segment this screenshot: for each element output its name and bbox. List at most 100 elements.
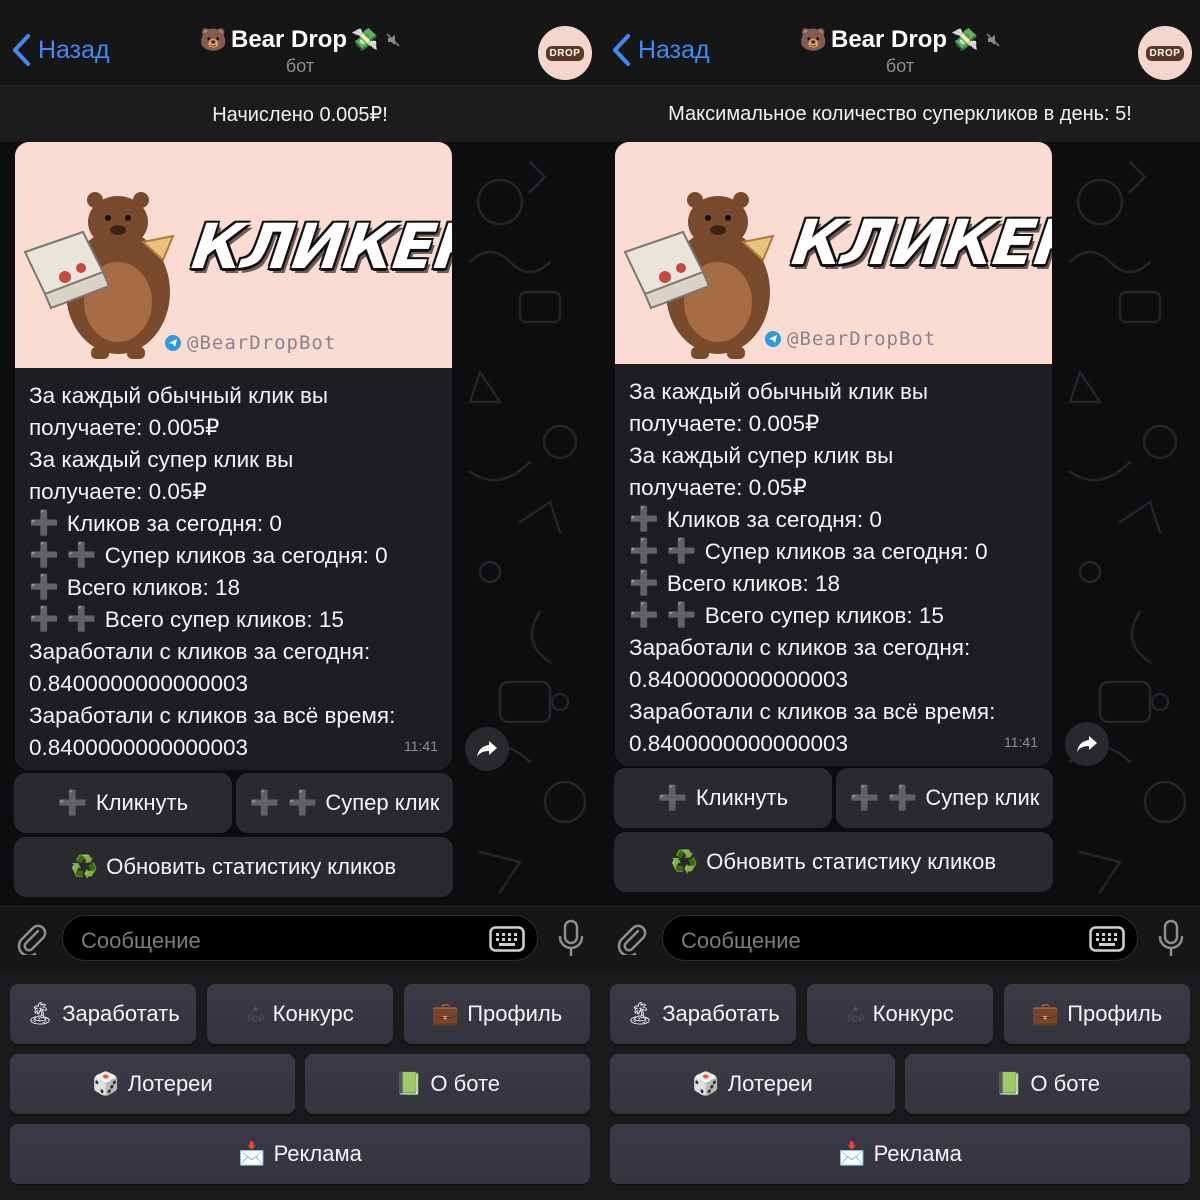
top-icon: ★ TOP [846, 1004, 865, 1024]
top-icon: ★ TOP [246, 1004, 265, 1024]
notification-bar: Максимальное количество суперкликов в де… [600, 86, 1200, 142]
muted-icon [986, 33, 1000, 47]
money-wings-emoji-icon: 💸 [351, 27, 379, 52]
refresh-stats-label: Обновить статистику кликов [706, 849, 997, 874]
earn-button[interactable]: 🏝 Заработать [10, 984, 196, 1044]
earn-label: Заработать [62, 1001, 180, 1026]
lottery-button[interactable]: 🎲 Лотереи [10, 1054, 295, 1114]
message-input-bar: Сообщение [0, 906, 600, 970]
plus-icon: ➕ [657, 784, 688, 812]
chat-title-area[interactable]: 🐻 Bear Drop 💸 бот [150, 26, 450, 77]
click-button[interactable]: ➕ Кликнуть [14, 773, 232, 833]
about-button[interactable]: 📗 О боте [905, 1054, 1190, 1114]
refresh-stats-button[interactable]: ♻️ Обновить статистику кликов [14, 837, 453, 897]
message-line: Заработали с кликов за сегодня: [629, 635, 971, 660]
message-input[interactable]: Сообщение [62, 915, 538, 961]
plus-icon: ➕ [629, 602, 659, 629]
message-line: получаете: 0.05₽ [629, 475, 807, 500]
banner-title: КЛИКЕР [187, 210, 452, 283]
contest-label: Конкурс [272, 1001, 354, 1026]
contest-label: Конкурс [872, 1001, 954, 1026]
message-line: Заработали с кликов за всё время: [29, 703, 396, 728]
about-button[interactable]: 📗 О боте [305, 1054, 590, 1114]
ads-button[interactable]: 📩 Реклама [610, 1124, 1190, 1184]
message-line: Заработали с кликов за всё время: [629, 699, 996, 724]
microphone-icon[interactable] [558, 919, 584, 957]
plus-icon: ➕ [29, 510, 59, 537]
message-time: 11:41 [404, 738, 438, 754]
bot-keyboard-icon[interactable] [1089, 926, 1125, 952]
back-button[interactable]: Назад [10, 30, 110, 70]
recycle-icon: ♻️ [70, 854, 99, 879]
forward-button[interactable] [1065, 722, 1109, 766]
plus-icon: ➕ [29, 606, 59, 633]
attach-icon[interactable] [614, 921, 648, 955]
forward-button[interactable] [465, 727, 509, 771]
microphone-icon[interactable] [1158, 919, 1184, 957]
message-line: Заработали с кликов за сегодня: [29, 639, 371, 664]
profile-button[interactable]: 💼 Профиль [404, 984, 590, 1044]
attach-icon[interactable] [14, 921, 48, 955]
message-input-bar: Сообщение [600, 906, 1200, 970]
message-line: 0.8400000000000003 [29, 671, 248, 696]
ads-button[interactable]: 📩 Реклама [10, 1124, 590, 1184]
earn-button[interactable]: 🏝 Заработать [610, 984, 796, 1044]
message-input[interactable]: Сообщение [662, 915, 1138, 961]
profile-button[interactable]: 💼 Профиль [1004, 984, 1190, 1044]
click-button[interactable]: ➕ Кликнуть [614, 768, 832, 828]
contest-button[interactable]: ★ TOP Конкурс [807, 984, 993, 1044]
contest-button[interactable]: ★ TOP Конкурс [207, 984, 393, 1044]
chat-screen-right: Назад 🐻 Bear Drop 💸 бот DROP Максимально… [600, 0, 1200, 1200]
back-button[interactable]: Назад [610, 30, 710, 70]
bear-emoji-icon: 🐻 [199, 27, 227, 52]
message-line: 0.8400000000000003 [629, 731, 848, 756]
super-click-button[interactable]: ➕ ➕ Супер клик [236, 773, 453, 833]
message-input-placeholder: Сообщение [81, 928, 201, 953]
message-line: получаете: 0.005₽ [29, 415, 220, 440]
lottery-button[interactable]: 🎲 Лотереи [610, 1054, 895, 1114]
banner-handle-text: @BearDropBot [787, 328, 937, 350]
click-button-label: Кликнуть [95, 790, 189, 815]
message-line: За каждый обычный клик вы [629, 379, 929, 404]
message-line: ➕ Кликов за сегодня: 0 [29, 508, 438, 540]
message-line: 0.8400000000000003 [629, 667, 848, 692]
plus-icon: ➕ [57, 789, 88, 817]
super-click-button-label: Супер клик [925, 785, 1040, 810]
chat-title-area[interactable]: 🐻 Bear Drop 💸 бот [750, 26, 1050, 77]
bot-message: КЛИКЕР @BearDropBot За каждый обычный кл… [15, 142, 452, 770]
dice-icon: 🎲 [692, 1071, 720, 1096]
banner-handle: @BearDropBot [165, 332, 336, 354]
beach-icon: 🏝 [26, 1001, 55, 1026]
avatar-logo-text: DROP [1145, 45, 1185, 61]
green-book-icon: 📗 [394, 1071, 423, 1096]
earn-label: Заработать [662, 1001, 780, 1026]
message-line: За каждый обычный клик вы [29, 383, 329, 408]
plus-icon: ➕ [666, 538, 697, 565]
bot-avatar[interactable]: DROP [538, 26, 592, 80]
telegram-icon [165, 335, 181, 351]
plus-icon: ➕ [666, 602, 697, 629]
muted-icon [386, 33, 400, 47]
envelope-icon: 📩 [238, 1141, 266, 1166]
notification-bar: Начислено 0.005₽! [0, 86, 600, 142]
message-line: ➕ ➕ Всего супер кликов: 15 [29, 604, 438, 636]
message-line: ➕ ➕ Супер кликов за сегодня: 0 [29, 540, 438, 572]
bear-emoji-icon: 🐻 [799, 27, 827, 52]
message-line: За каждый супер клик вы [629, 443, 894, 468]
super-click-button[interactable]: ➕ ➕ Супер клик [836, 768, 1053, 828]
green-book-icon: 📗 [994, 1071, 1023, 1096]
lottery-label: Лотереи [727, 1071, 813, 1096]
bot-avatar[interactable]: DROP [1138, 26, 1192, 80]
bot-message: КЛИКЕР @BearDropBot За каждый обычный кл… [615, 142, 1052, 766]
plus-icon: ➕ [29, 574, 59, 601]
bot-keyboard-icon[interactable] [489, 926, 525, 952]
chevron-left-icon [613, 34, 630, 66]
plus-icon: ➕ [66, 606, 97, 633]
message-line: 0.8400000000000003 [29, 735, 248, 760]
telegram-icon [765, 331, 781, 347]
profile-label: Профиль [1067, 1001, 1163, 1026]
refresh-stats-button[interactable]: ♻️ Обновить статистику кликов [614, 832, 1053, 892]
message-text: За каждый обычный клик вы получаете: 0.0… [615, 364, 1052, 766]
message-line: получаете: 0.005₽ [629, 411, 820, 436]
chat-subtitle: бот [885, 56, 915, 76]
